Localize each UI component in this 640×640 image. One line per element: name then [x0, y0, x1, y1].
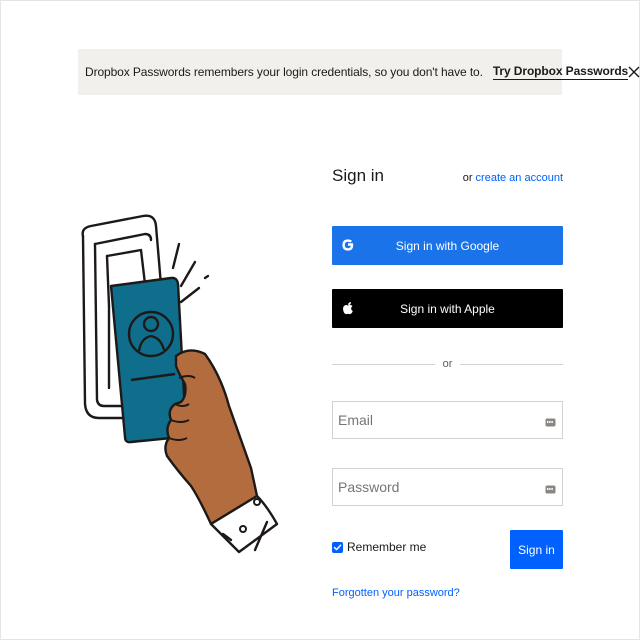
promo-banner: Dropbox Passwords remembers your login c…	[78, 49, 640, 95]
sign-in-with-google-button[interactable]: Sign in with Google	[332, 226, 563, 265]
google-button-label: Sign in with Google	[395, 238, 500, 253]
remember-me-checkbox[interactable]	[332, 541, 343, 553]
sign-in-button[interactable]: Sign in	[510, 530, 563, 569]
try-passwords-link[interactable]: Try Dropbox Passwords	[492, 64, 628, 80]
apple-icon	[339, 299, 357, 317]
hand	[164, 349, 279, 554]
divider-line-right	[460, 363, 563, 365]
email-field[interactable]	[332, 401, 563, 439]
email-input[interactable]	[338, 412, 528, 428]
banner-text: Dropbox Passwords remembers your login c…	[85, 65, 483, 79]
page-title: Sign in	[332, 166, 384, 185]
password-manager-key-icon[interactable]	[545, 415, 556, 427]
apple-button-label: Sign in with Apple	[400, 301, 495, 316]
close-icon[interactable]	[628, 63, 640, 81]
checkmark-icon	[333, 543, 342, 550]
password-field[interactable]	[332, 468, 563, 506]
forgot-password-link[interactable]: Forgotten your password?	[332, 587, 460, 599]
divider-line-left	[332, 363, 435, 365]
remember-me-label: Remember me	[347, 540, 427, 554]
illustration-hand-with-card	[71, 206, 281, 566]
remember-me-row: Remember me	[332, 540, 426, 554]
password-manager-key-icon[interactable]	[545, 482, 556, 494]
create-account-link[interactable]: create an account	[476, 172, 563, 184]
sign-in-form: Sign in or create an account Sign in wit…	[332, 166, 563, 599]
password-input[interactable]	[338, 479, 528, 495]
divider-label: or	[442, 358, 453, 370]
or-prefix: or	[462, 172, 473, 184]
or-divider: or	[332, 357, 563, 371]
google-icon	[339, 236, 357, 254]
sign-in-page: Dropbox Passwords remembers your login c…	[0, 0, 640, 640]
sign-in-with-apple-button[interactable]: Sign in with Apple	[332, 289, 563, 328]
form-header: Sign in or create an account	[332, 166, 563, 196]
create-account-row: or create an account	[463, 172, 563, 184]
